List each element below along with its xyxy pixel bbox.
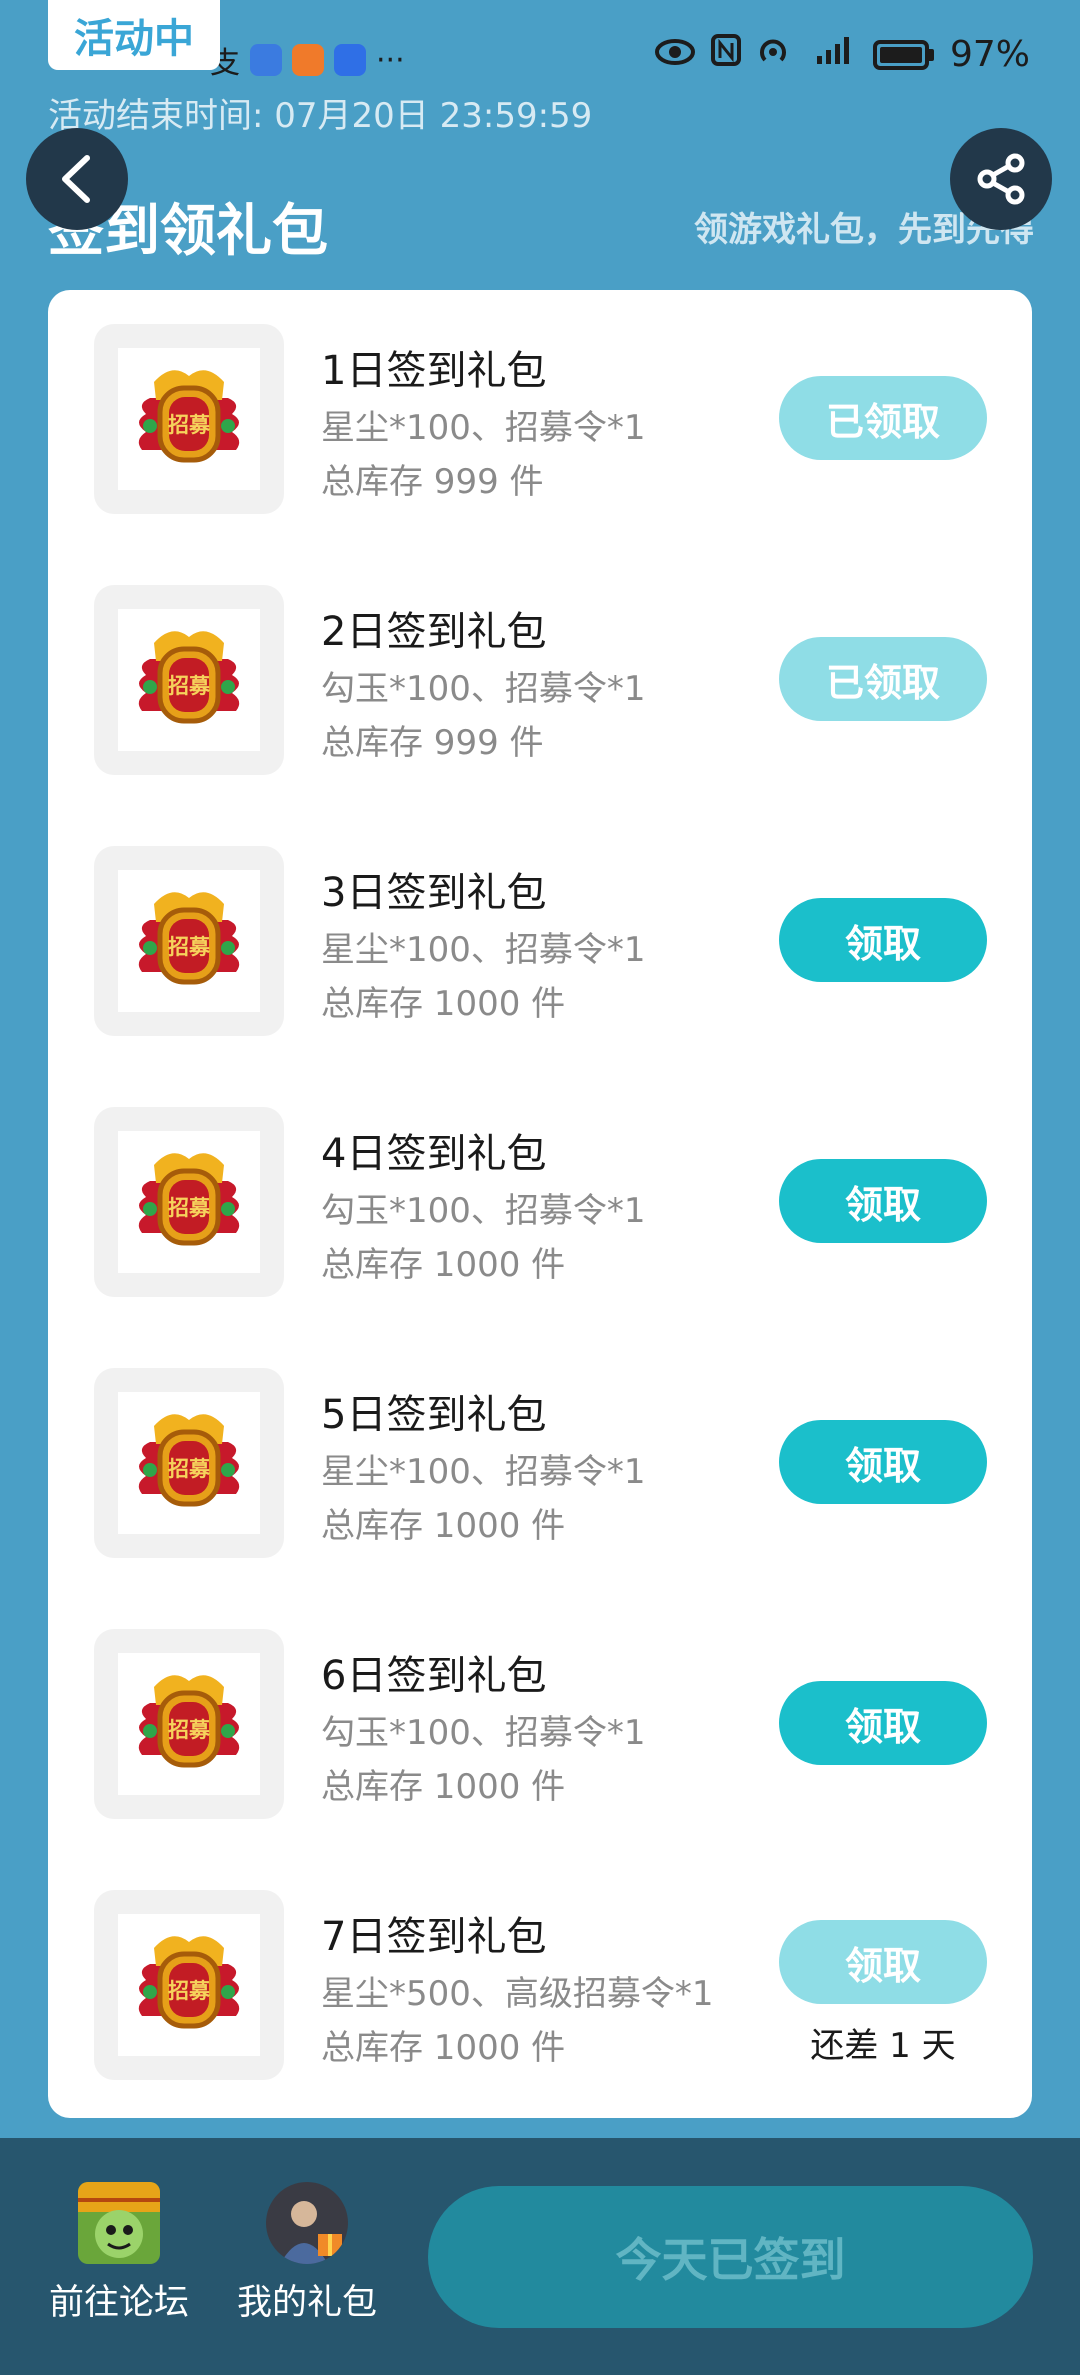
gift-name: 1日签到礼包 <box>321 348 547 394</box>
locked-claim-button[interactable]: 领取 <box>779 1920 987 2004</box>
gift-stock: 总库存 999 件 <box>321 462 544 502</box>
back-button[interactable] <box>26 128 128 230</box>
claimed-button[interactable]: 已领取 <box>779 637 987 721</box>
sports-app-icon <box>292 44 324 76</box>
svg-text:招募: 招募 <box>168 674 211 698</box>
gift-thumbnail: 招募 <box>94 324 284 514</box>
gift-contents: 星尘*100、招募令*1 <box>321 408 646 448</box>
gift-stock: 总库存 1000 件 <box>321 984 566 1024</box>
claim-button[interactable]: 领取 <box>779 1159 987 1243</box>
gift-stock: 总库存 1000 件 <box>321 1506 566 1546</box>
chevron-left-icon <box>62 155 90 203</box>
forum-game-icon <box>78 2182 160 2264</box>
gift-stock: 总库存 1000 件 <box>321 1767 566 1807</box>
recruit-token-icon: 招募 <box>138 1675 240 1768</box>
gift-row-day-4: 招募 4日签到礼包 勾玉*100、招募令*1 总库存 1000 件 领取 <box>48 1107 1032 1307</box>
forum-label: 前往论坛 <box>48 2283 189 2323</box>
battery-percent: 97% <box>949 34 1030 75</box>
gift-row-day-2: 招募 2日签到礼包 勾玉*100、招募令*1 总库存 999 件 已领取 <box>48 585 1032 785</box>
checked-in-today-button[interactable]: 今天已签到 <box>428 2186 1033 2328</box>
claim-button[interactable]: 领取 <box>779 1420 987 1504</box>
bottom-action-bar: 前往论坛 我的礼包 今天已签到 <box>0 2138 1080 2375</box>
gift-stock: 总库存 1000 件 <box>321 2028 566 2068</box>
gift-contents: 星尘*100、招募令*1 <box>321 1452 646 1492</box>
my-gifts-link[interactable]: 我的礼包 <box>212 2182 402 2325</box>
gift-name: 3日签到礼包 <box>321 870 547 916</box>
gift-thumbnail: 招募 <box>94 846 284 1036</box>
gift-thumbnail: 招募 <box>94 1629 284 1819</box>
status-right: 97% <box>654 34 1030 75</box>
gift-contents: 星尘*100、招募令*1 <box>321 930 646 970</box>
claimed-button[interactable]: 已领取 <box>779 376 987 460</box>
gift-contents: 勾玉*100、招募令*1 <box>321 1713 646 1753</box>
gift-stock: 总库存 999 件 <box>321 723 544 763</box>
gift-row-day-7: 招募 7日签到礼包 星尘*500、高级招募令*1 总库存 1000 件 领取 还… <box>48 1890 1032 2090</box>
gift-name: 4日签到礼包 <box>321 1131 547 1177</box>
recruit-token-icon: 招募 <box>138 631 240 724</box>
nfc-icon <box>710 34 741 75</box>
gift-name: 7日签到礼包 <box>321 1914 547 1960</box>
user-avatar <box>266 2182 348 2264</box>
recruit-token-icon: 招募 <box>138 1414 240 1507</box>
claim-button[interactable]: 领取 <box>779 898 987 982</box>
days-remaining-note: 还差 1 天 <box>810 2026 956 2066</box>
svg-text:招募: 招募 <box>168 1196 211 1220</box>
share-button[interactable] <box>950 128 1052 230</box>
gift-thumbnail: 招募 <box>94 1107 284 1297</box>
gift-row-day-3: 招募 3日签到礼包 星尘*100、招募令*1 总库存 1000 件 领取 <box>48 846 1032 1046</box>
forum-link[interactable]: 前往论坛 <box>24 2182 214 2325</box>
svg-text:招募: 招募 <box>168 1457 211 1481</box>
activity-end-time: 活动结束时间: 07月20日 23:59:59 <box>48 96 593 136</box>
gift-thumbnail: 招募 <box>94 585 284 775</box>
recruit-token-icon: 招募 <box>138 892 240 985</box>
signal-icon <box>813 34 857 75</box>
gift-thumbnail: 招募 <box>94 1890 284 2080</box>
svg-text:招募: 招募 <box>168 1979 211 2003</box>
svg-text:招募: 招募 <box>168 413 211 437</box>
hotspot-icon <box>757 34 797 75</box>
gift-name: 5日签到礼包 <box>321 1392 547 1438</box>
gift-thumbnail: 招募 <box>94 1368 284 1558</box>
recruit-token-icon: 招募 <box>138 370 240 463</box>
gift-contents: 勾玉*100、招募令*1 <box>321 1191 646 1231</box>
my-gifts-label: 我的礼包 <box>236 2283 377 2323</box>
eye-comfort-icon <box>654 34 695 75</box>
gift-row-day-6: 招募 6日签到礼包 勾玉*100、招募令*1 总库存 1000 件 领取 <box>48 1629 1032 1829</box>
svg-text:招募: 招募 <box>168 935 211 959</box>
gift-list-card: 招募 1日签到礼包 星尘*100、招募令*1 总库存 999 件 已领取 招募 … <box>48 290 1032 2118</box>
gift-row-day-1: 招募 1日签到礼包 星尘*100、招募令*1 总库存 999 件 已领取 <box>48 324 1032 524</box>
gift-stock: 总库存 1000 件 <box>321 1245 566 1285</box>
svg-text:招募: 招募 <box>168 1718 211 1742</box>
battery-icon <box>872 39 934 70</box>
gift-name: 6日签到礼包 <box>321 1653 547 1699</box>
gift-name: 2日签到礼包 <box>321 609 547 655</box>
activity-status-tag: 活动中 <box>48 0 220 70</box>
app-store-icon <box>334 44 366 76</box>
share-icon <box>977 153 1025 205</box>
browser-app-icon <box>250 44 282 76</box>
claim-button[interactable]: 领取 <box>779 1681 987 1765</box>
gift-row-day-5: 招募 5日签到礼包 星尘*100、招募令*1 总库存 1000 件 领取 <box>48 1368 1032 1568</box>
recruit-token-icon: 招募 <box>138 1936 240 2029</box>
recruit-token-icon: 招募 <box>138 1153 240 1246</box>
more-notifications-icon: ··· <box>376 42 405 78</box>
gift-contents: 星尘*500、高级招募令*1 <box>321 1974 714 2014</box>
gift-contents: 勾玉*100、招募令*1 <box>321 669 646 709</box>
